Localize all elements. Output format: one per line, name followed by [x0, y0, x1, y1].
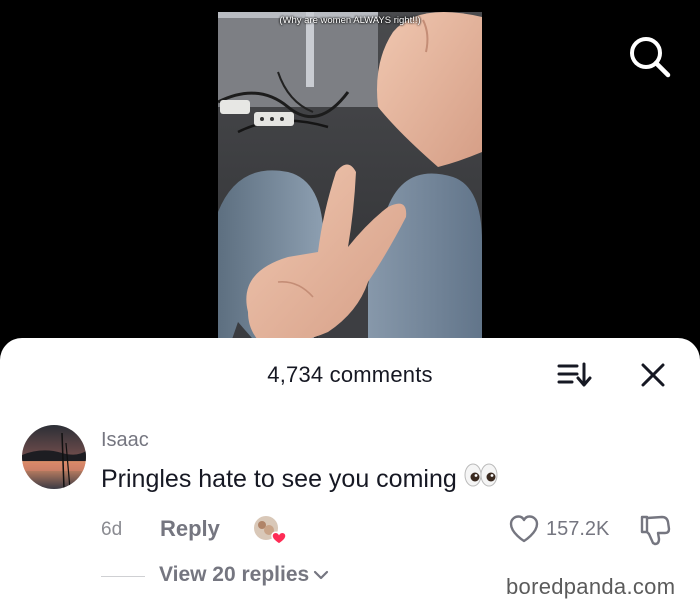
- reply-button[interactable]: Reply: [160, 516, 220, 542]
- comments-sheet: 4,734 comments Isaac Pringles hate to se…: [0, 338, 700, 608]
- close-button[interactable]: [638, 360, 668, 390]
- video-player[interactable]: (Why are women ALWAYS right!!): [0, 0, 700, 345]
- heart-icon: [509, 515, 539, 543]
- like-count: 157.2K: [546, 518, 610, 540]
- replies-divider: [101, 576, 145, 577]
- watermark: boredpanda.com: [506, 574, 676, 599]
- search-icon: [630, 37, 671, 78]
- sort-button[interactable]: [556, 360, 592, 390]
- video-caption: (Why are women ALWAYS right!!): [279, 15, 421, 26]
- sort-icon: [557, 362, 592, 387]
- eyes-emoji: [463, 462, 499, 495]
- comments-count: 4,734 comments: [267, 362, 433, 387]
- thumbs-down-icon: [640, 515, 671, 546]
- avatar[interactable]: [22, 425, 86, 489]
- comment-body: Pringles hate to see you coming: [101, 465, 457, 494]
- video-image: [218, 12, 482, 345]
- creator-avatar-icon: [252, 514, 287, 545]
- view-replies-button[interactable]: View 20 replies: [159, 563, 329, 587]
- dislike-button[interactable]: [638, 513, 672, 547]
- comment-text: Pringles hate to see you coming: [101, 462, 499, 497]
- video-frame[interactable]: (Why are women ALWAYS right!!): [218, 12, 482, 345]
- comment-username[interactable]: Isaac: [101, 429, 149, 452]
- like-button[interactable]: [508, 514, 540, 544]
- view-replies-label: View 20 replies: [159, 563, 310, 586]
- search-button[interactable]: [626, 33, 674, 81]
- creator-liked-badge: [252, 513, 288, 547]
- comments-header: 4,734 comments: [0, 338, 700, 408]
- chevron-down-icon: [314, 571, 329, 580]
- close-icon: [641, 363, 665, 387]
- avatar-image: [22, 425, 86, 489]
- comment-timestamp: 6d: [101, 519, 123, 540]
